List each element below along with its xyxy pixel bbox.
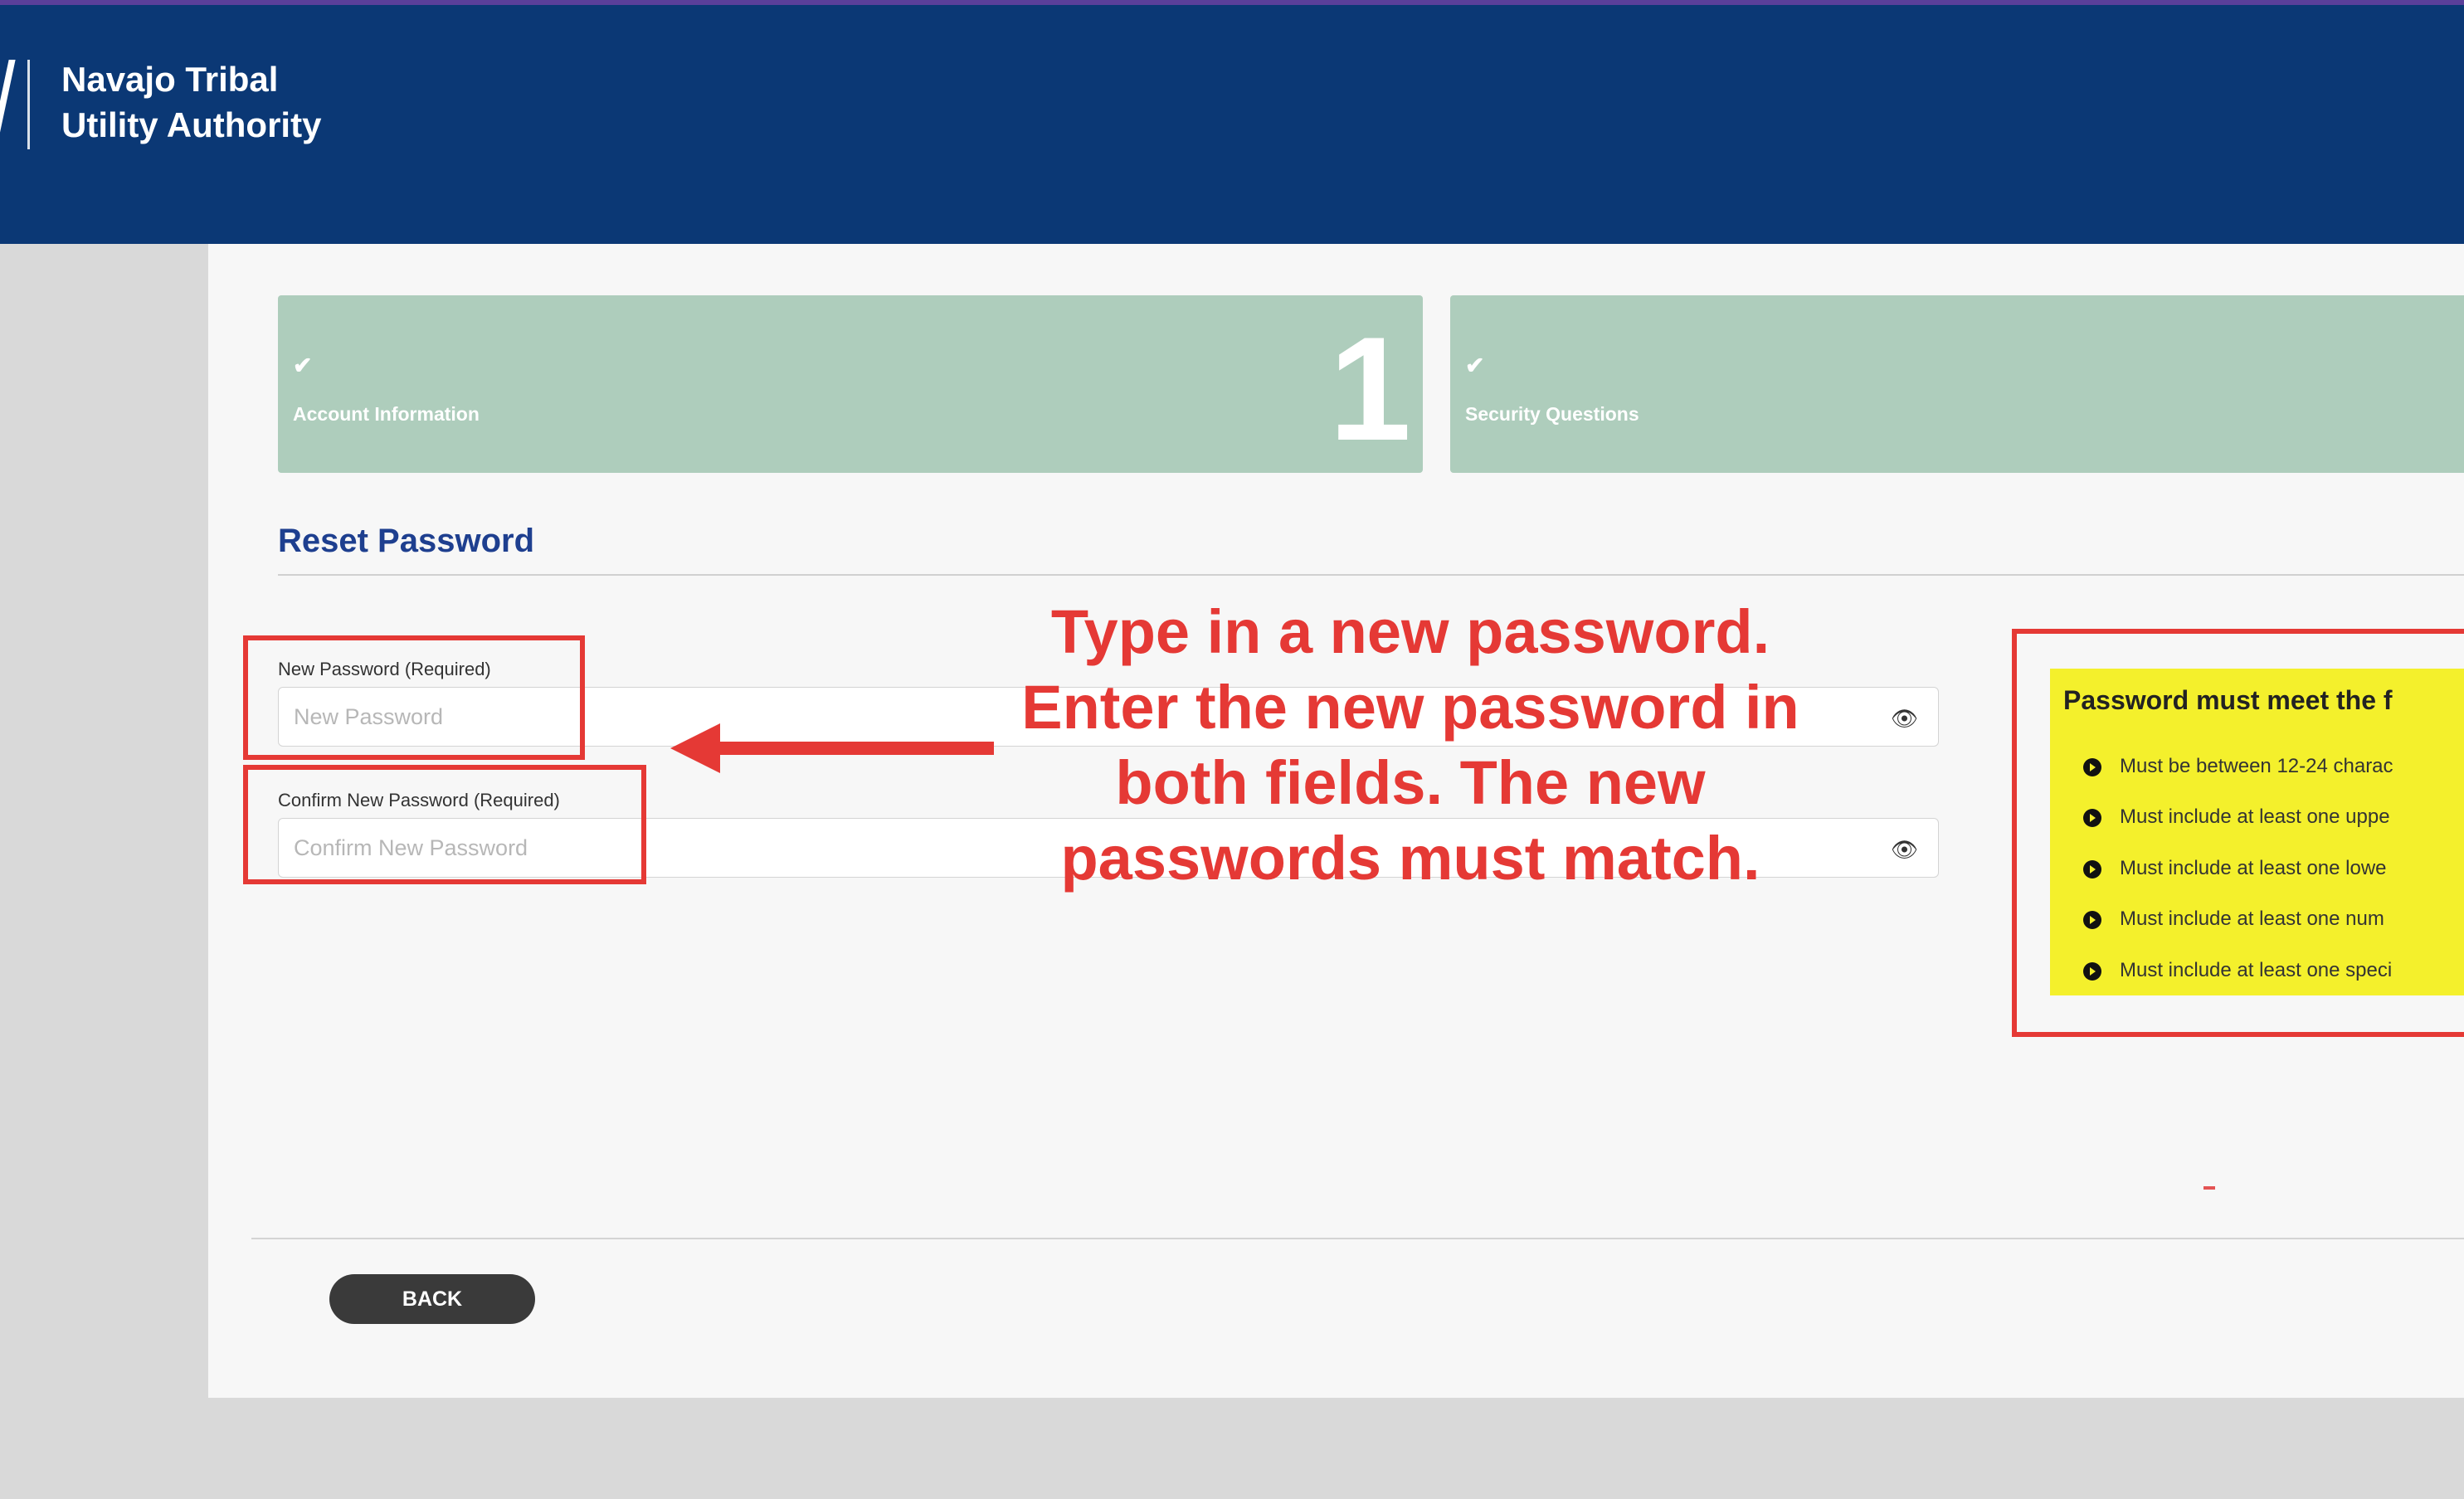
- step-label: Security Questions: [1465, 403, 1639, 425]
- annotation-line: both fields. The new: [1115, 748, 1706, 817]
- annotation-callout: Type in a new password. Enter the new pa…: [979, 594, 1842, 896]
- title-divider: [278, 574, 2464, 576]
- logo-icon: [0, 60, 16, 143]
- eye-slash-icon[interactable]: 👁: [1891, 837, 1918, 863]
- footer-divider: [251, 1238, 2464, 1239]
- step-label: Account Information: [293, 403, 480, 425]
- arrow-left-icon: [670, 723, 720, 773]
- brand-line-1: Navajo Tribal: [61, 60, 279, 99]
- step-security-questions[interactable]: ✔ Security Questions: [1450, 295, 2464, 473]
- brand-name[interactable]: Navajo Tribal Utility Authority: [61, 56, 321, 148]
- stray-mark: [2203, 1186, 2215, 1190]
- highlight-confirm-password: [243, 765, 646, 884]
- brand-line-2: Utility Authority: [61, 105, 322, 144]
- back-button[interactable]: BACK: [329, 1274, 535, 1324]
- check-icon: ✔: [1465, 353, 1485, 378]
- annotation-line: Type in a new password.: [1050, 597, 1770, 666]
- page-title: Reset Password: [278, 523, 535, 559]
- annotation-line: Enter the new password in: [1021, 673, 1799, 742]
- step-account-information[interactable]: ✔ Account Information 1: [278, 295, 1423, 473]
- highlight-new-password: [243, 635, 585, 760]
- check-icon: ✔: [293, 353, 313, 378]
- annotation-line: passwords must match.: [1060, 824, 1760, 893]
- step-number: 1: [1329, 306, 1411, 471]
- site-header: Navajo Tribal Utility Authority: [0, 5, 2464, 244]
- eye-slash-icon[interactable]: 👁: [1891, 706, 1918, 732]
- logo-divider: [27, 60, 30, 149]
- highlight-requirements: [2012, 629, 2464, 1037]
- annotation-arrow: [712, 742, 994, 755]
